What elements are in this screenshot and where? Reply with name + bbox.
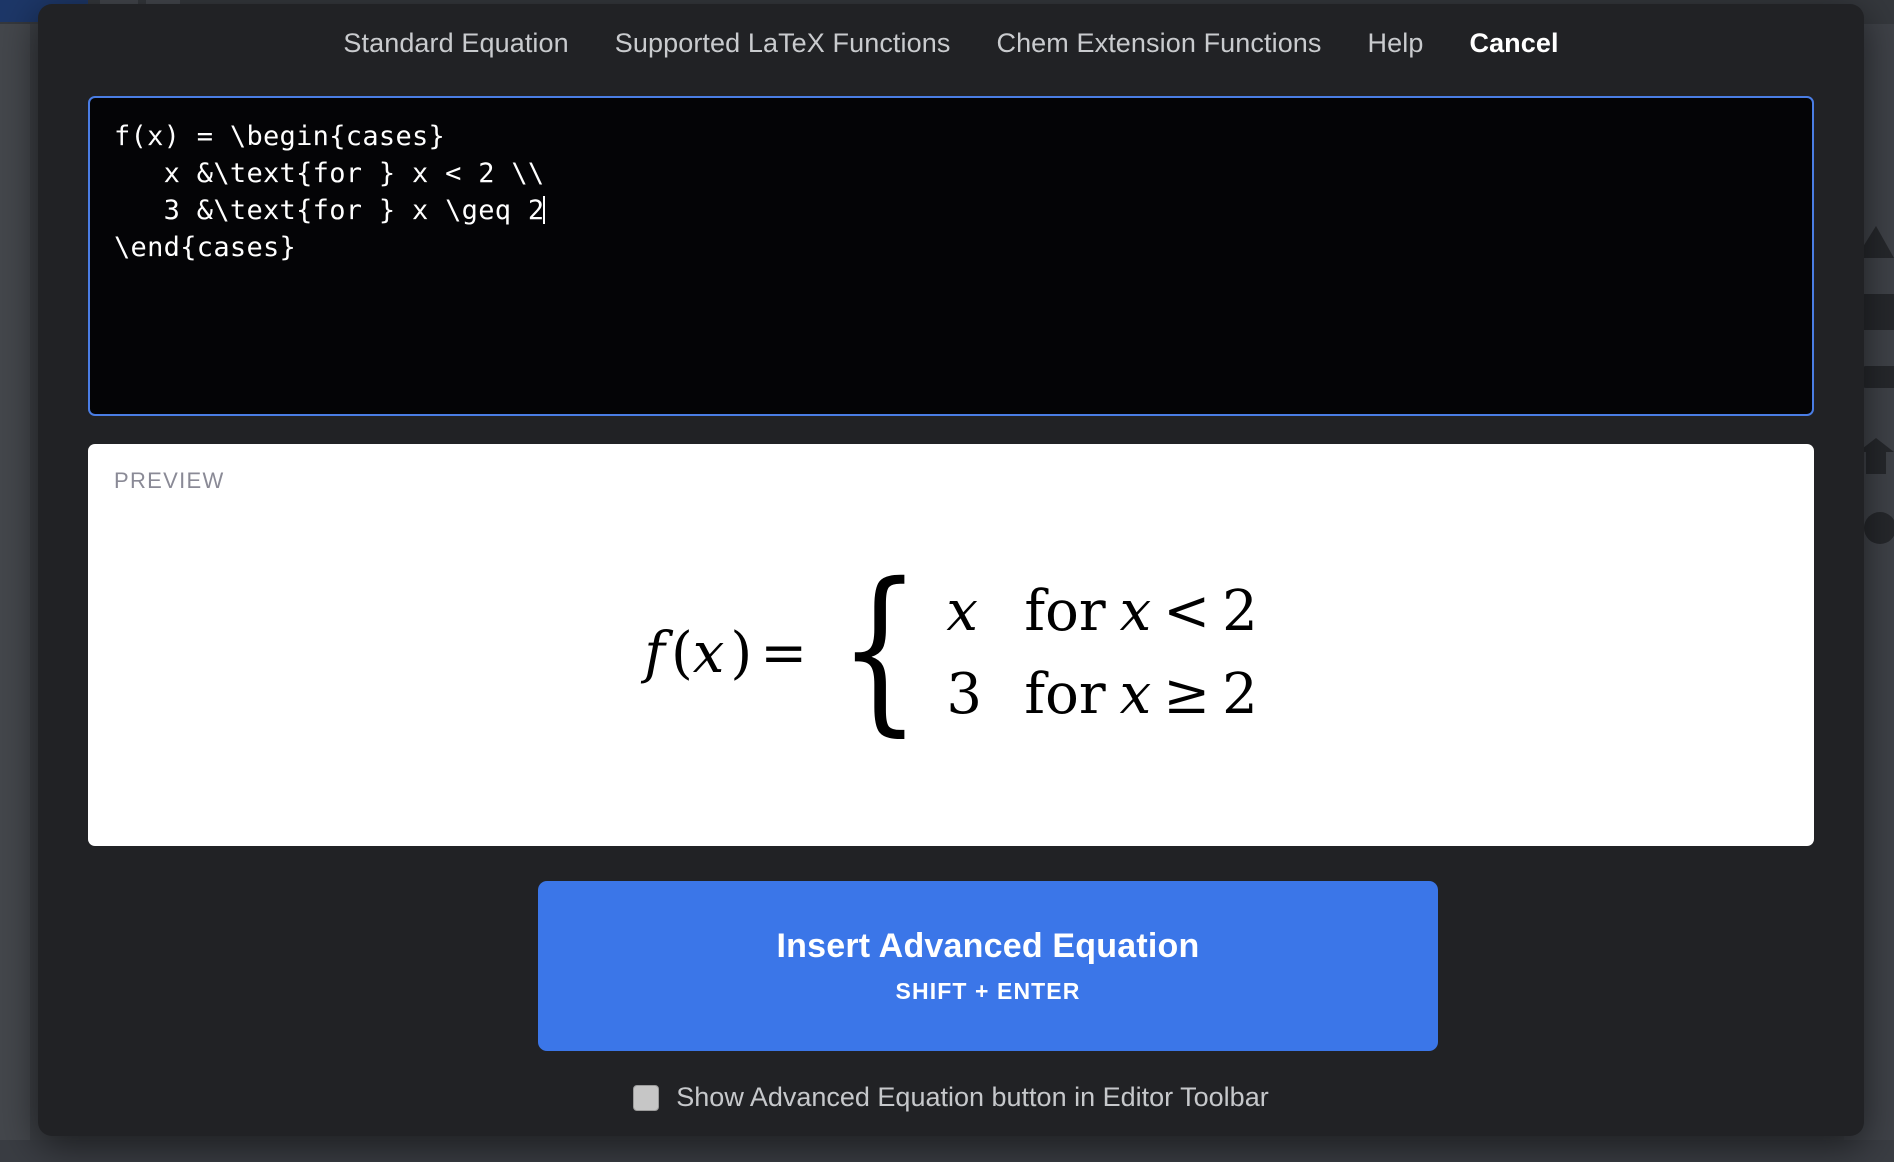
case-condition-variable: x	[1119, 662, 1152, 727]
case-condition-text: for	[1024, 662, 1106, 727]
case-condition-number: 2	[1222, 579, 1258, 644]
latex-line-1: f(x) = \begin{cases}	[114, 121, 446, 152]
insert-button-label: Insert Advanced Equation	[776, 927, 1200, 965]
insert-button-shortcut: SHIFT + ENTER	[895, 978, 1081, 1004]
math-case-row: 3 for x ≥ 2	[946, 662, 1257, 727]
latex-line-2: x &\text{for } x < 2 \\	[114, 158, 545, 189]
math-equals-sign: =	[760, 620, 808, 686]
case-condition-relation: <	[1163, 579, 1211, 644]
background-left-rail	[0, 24, 30, 1162]
case-value: 3	[946, 662, 983, 727]
math-paren-close: )	[730, 620, 753, 686]
menu-item-standard-equation[interactable]: Standard Equation	[343, 29, 568, 57]
insert-advanced-equation-button[interactable]: Insert Advanced Equation SHIFT + ENTER	[538, 881, 1438, 1051]
cancel-button[interactable]: Cancel	[1469, 29, 1558, 57]
advanced-equation-modal: Standard Equation Supported LaTeX Functi…	[38, 4, 1864, 1136]
menu-item-supported-latex-functions[interactable]: Supported LaTeX Functions	[615, 29, 951, 57]
background-bottom-strip	[0, 1140, 1894, 1162]
menu-item-chem-extension-functions[interactable]: Chem Extension Functions	[996, 29, 1321, 57]
math-case-row: x for x < 2	[946, 579, 1257, 644]
latex-line-3: 3 &\text{for } x \geq 2	[114, 195, 545, 226]
preview-card: PREVIEW f ( x ) = { x for x < 2 3 for x …	[88, 444, 1814, 846]
case-condition-number: 2	[1222, 662, 1258, 727]
menu-item-help[interactable]: Help	[1368, 29, 1424, 57]
latex-source-input[interactable]: f(x) = \begin{cases} x &\text{for } x < …	[88, 96, 1814, 416]
math-expression: f ( x ) = { x for x < 2 3 for x ≥ 2	[644, 545, 1258, 752]
footer-options-row: Show Advanced Equation button in Editor …	[38, 1082, 1864, 1113]
show-toolbar-button-label[interactable]: Show Advanced Equation button in Editor …	[676, 1082, 1268, 1113]
case-value: x	[946, 579, 979, 644]
show-toolbar-button-checkbox[interactable]	[633, 1084, 660, 1111]
case-condition-relation: ≥	[1163, 662, 1211, 727]
rendered-equation: f ( x ) = { x for x < 2 3 for x ≥ 2	[88, 444, 1814, 846]
case-condition-variable: x	[1119, 579, 1152, 644]
math-function-name: f	[644, 620, 665, 686]
case-condition-text: for	[1024, 579, 1106, 644]
math-function-arg: x	[692, 620, 725, 686]
math-cases-block: x for x < 2 3 for x ≥ 2	[946, 579, 1257, 727]
modal-header-menu: Standard Equation Supported LaTeX Functi…	[38, 4, 1864, 82]
math-paren-open: (	[670, 620, 693, 686]
latex-line-4: \end{cases}	[114, 232, 297, 263]
text-cursor	[543, 196, 546, 224]
